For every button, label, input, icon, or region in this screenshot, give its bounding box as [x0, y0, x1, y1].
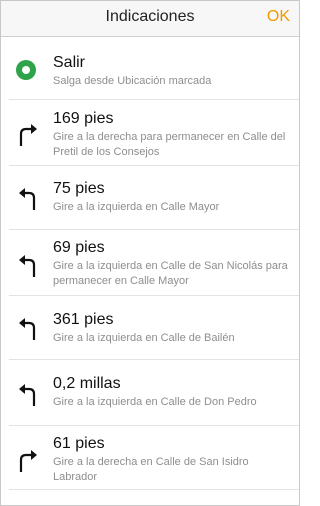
step-instruction: Gire a la izquierda en Calle de Don Pedr… — [53, 396, 257, 408]
step-distance: 361 pies — [53, 311, 114, 328]
step-instruction: Gire a la izquierda en Calle de Bailén — [53, 332, 235, 344]
turn-left-arrow-icon — [15, 253, 41, 279]
direction-step-5[interactable]: 0,2 millas Gire a la izquierda en Calle … — [9, 360, 299, 426]
page-title: Indicaciones — [105, 8, 195, 25]
turn-left-arrow-icon — [15, 382, 41, 408]
start-marker-icon — [15, 57, 41, 83]
step-distance: 75 pies — [53, 180, 105, 197]
step-distance: 69 pies — [53, 239, 105, 256]
step-instruction: Salga desde Ubicación marcada — [53, 75, 212, 87]
step-instruction: Gire a la derecha en Calle de San Isidro… — [53, 456, 249, 483]
ok-button[interactable]: OK — [267, 8, 290, 26]
step-distance: 61 pies — [53, 435, 105, 452]
direction-step-1[interactable]: 169 pies Gire a la derecha para permanec… — [9, 100, 299, 166]
step-instruction: Gire a la izquierda en Calle de San Nico… — [53, 260, 288, 287]
turn-left-arrow-icon — [15, 316, 41, 342]
step-distance: 169 pies — [53, 110, 114, 127]
step-distance: Salir — [53, 54, 86, 71]
direction-step-6[interactable]: 61 pies Gire a la derecha en Calle de Sa… — [9, 426, 299, 490]
direction-step-start[interactable]: Salir Salga desde Ubicación marcada — [9, 47, 299, 100]
turn-left-arrow-icon — [15, 186, 41, 212]
step-instruction: Gire a la derecha para permanecer en Cal… — [53, 131, 286, 158]
directions-list: Salir Salga desde Ubicación marcada 169 … — [1, 47, 299, 490]
turn-right-arrow-icon — [15, 448, 41, 474]
step-distance: 0,2 millas — [53, 375, 121, 392]
step-instruction: Gire a la izquierda en Calle Mayor — [53, 201, 220, 213]
direction-step-2[interactable]: 75 pies Gire a la izquierda en Calle May… — [9, 166, 299, 230]
navigation-bar: Indicaciones OK — [1, 1, 299, 37]
turn-right-arrow-icon — [15, 122, 41, 148]
direction-step-4[interactable]: 361 pies Gire a la izquierda en Calle de… — [9, 296, 299, 360]
direction-step-3[interactable]: 69 pies Gire a la izquierda en Calle de … — [9, 230, 299, 296]
